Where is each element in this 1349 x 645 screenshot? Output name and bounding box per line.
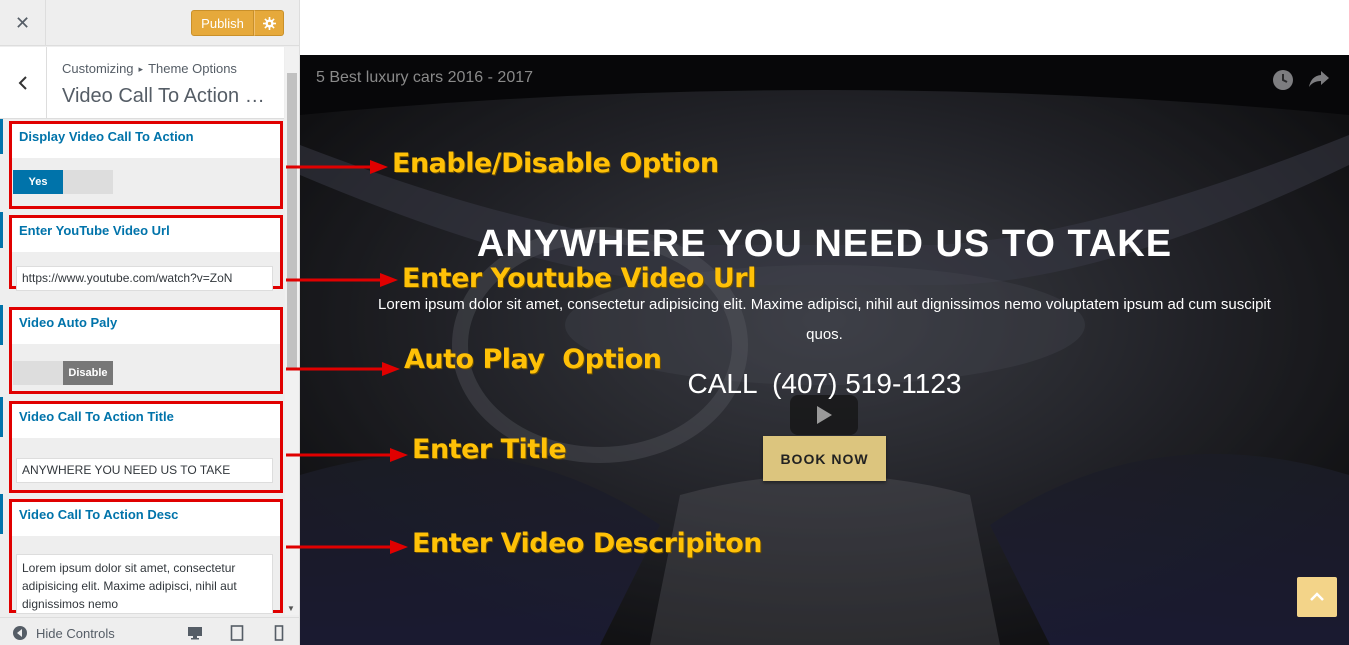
cta-desc-control: Video Call To Action Desc Lorem ipsum do…	[9, 499, 283, 614]
hide-controls-button[interactable]: Hide Controls	[12, 625, 115, 641]
breadcrumb: Customizing ▸ Theme Options	[62, 61, 237, 76]
play-icon[interactable]	[790, 395, 858, 435]
collapse-arrow-icon	[13, 626, 27, 640]
annotation-auto-play: Auto Play Option	[404, 344, 662, 375]
auto-play-control: Video Auto Paly Disable	[9, 307, 283, 394]
annotation-youtube-url: Enter Youtube Video Url	[402, 263, 756, 294]
toggle-yes-option[interactable]: Yes	[13, 170, 63, 194]
scroll-to-top-button[interactable]	[1297, 577, 1337, 617]
cta-title-input[interactable]: ANYWHERE YOU NEED US TO TAKE	[16, 458, 273, 483]
cta-title-label: Video Call To Action Title	[19, 409, 174, 424]
scrollbar-thumb[interactable]	[287, 73, 297, 369]
back-button[interactable]	[0, 47, 47, 119]
cta-title-control: Video Call To Action Title ANYWHERE YOU …	[9, 401, 283, 493]
cta-desc-textarea[interactable]: Lorem ipsum dolor sit amet, consectetur …	[16, 554, 273, 614]
toggle-on-option[interactable]	[13, 361, 63, 385]
control-accent	[0, 494, 3, 534]
close-customizer-button[interactable]: ✕	[0, 0, 46, 46]
breadcrumb-root: Customizing	[62, 61, 134, 76]
youtube-url-control: Enter YouTube Video Url https://www.yout…	[9, 215, 283, 291]
auto-play-label: Video Auto Paly	[19, 315, 118, 330]
customizer-footer: Hide Controls	[0, 617, 299, 645]
display-video-control: Display Video Call To Action Yes	[9, 121, 283, 209]
gear-icon	[262, 16, 276, 30]
display-video-toggle[interactable]: Yes	[13, 170, 113, 194]
control-header: Video Call To Action Desc	[12, 502, 280, 536]
youtube-url-input[interactable]: https://www.youtube.com/watch?v=ZoN	[16, 266, 273, 291]
desktop-preview-button[interactable]	[186, 624, 204, 642]
chevron-left-icon	[18, 76, 27, 90]
cta-desc-label: Video Call To Action Desc	[19, 507, 179, 522]
annotation-enable-disable: Enable/Disable Option	[392, 148, 719, 179]
chevron-up-icon	[1310, 592, 1324, 601]
control-header: Enter YouTube Video Url	[12, 218, 280, 252]
share-icon[interactable]	[1308, 69, 1330, 94]
publish-settings-button[interactable]	[254, 10, 284, 36]
breadcrumb-separator: ▸	[138, 64, 144, 74]
breadcrumb-parent: Theme Options	[148, 61, 237, 76]
control-header: Display Video Call To Action	[12, 124, 280, 158]
control-accent	[0, 212, 3, 248]
book-now-button[interactable]: BOOK NOW	[763, 436, 886, 481]
control-header: Video Auto Paly	[12, 310, 280, 344]
control-header: Video Call To Action Title	[12, 404, 280, 438]
youtube-url-label: Enter YouTube Video Url	[19, 223, 170, 238]
desktop-icon	[188, 627, 202, 640]
video-title[interactable]: 5 Best luxury cars 2016 - 2017	[316, 69, 533, 87]
publish-button[interactable]: Publish	[191, 10, 254, 36]
mobile-preview-button[interactable]	[270, 624, 288, 642]
section-title: Video Call To Action Se…	[62, 85, 274, 107]
tablet-preview-button[interactable]	[228, 624, 246, 642]
close-icon: ✕	[14, 12, 31, 33]
toggle-disable-option[interactable]: Disable	[63, 361, 113, 385]
preview-top-space	[300, 0, 1349, 55]
control-accent	[0, 305, 3, 345]
hero-description: Lorem ipsum dolor sit amet, consectetur …	[378, 296, 1271, 343]
annotation-title: Enter Title	[412, 434, 567, 465]
customizer-header: ✕ Publish	[0, 0, 299, 46]
panel-scrollbar[interactable]: ▼	[285, 47, 299, 615]
tablet-icon	[230, 625, 244, 641]
toggle-off-option[interactable]	[63, 170, 113, 194]
customizer-panel: ✕ Publish Customizing ▸ Theme Options Vi…	[0, 0, 300, 645]
mobile-icon	[274, 625, 284, 641]
auto-play-toggle[interactable]: Disable	[13, 361, 113, 385]
control-accent	[0, 119, 3, 154]
clock-icon[interactable]	[1272, 69, 1294, 96]
hero-title: ANYWHERE YOU NEED US TO TAKE	[476, 223, 1173, 265]
control-accent	[0, 397, 3, 437]
annotation-description: Enter Video Descripiton	[412, 528, 763, 559]
section-header: Customizing ▸ Theme Options Video Call To …	[0, 47, 284, 119]
scroll-down-arrow-icon[interactable]: ▼	[287, 604, 295, 613]
hide-controls-label: Hide Controls	[36, 625, 115, 641]
display-video-label: Display Video Call To Action	[19, 129, 194, 144]
